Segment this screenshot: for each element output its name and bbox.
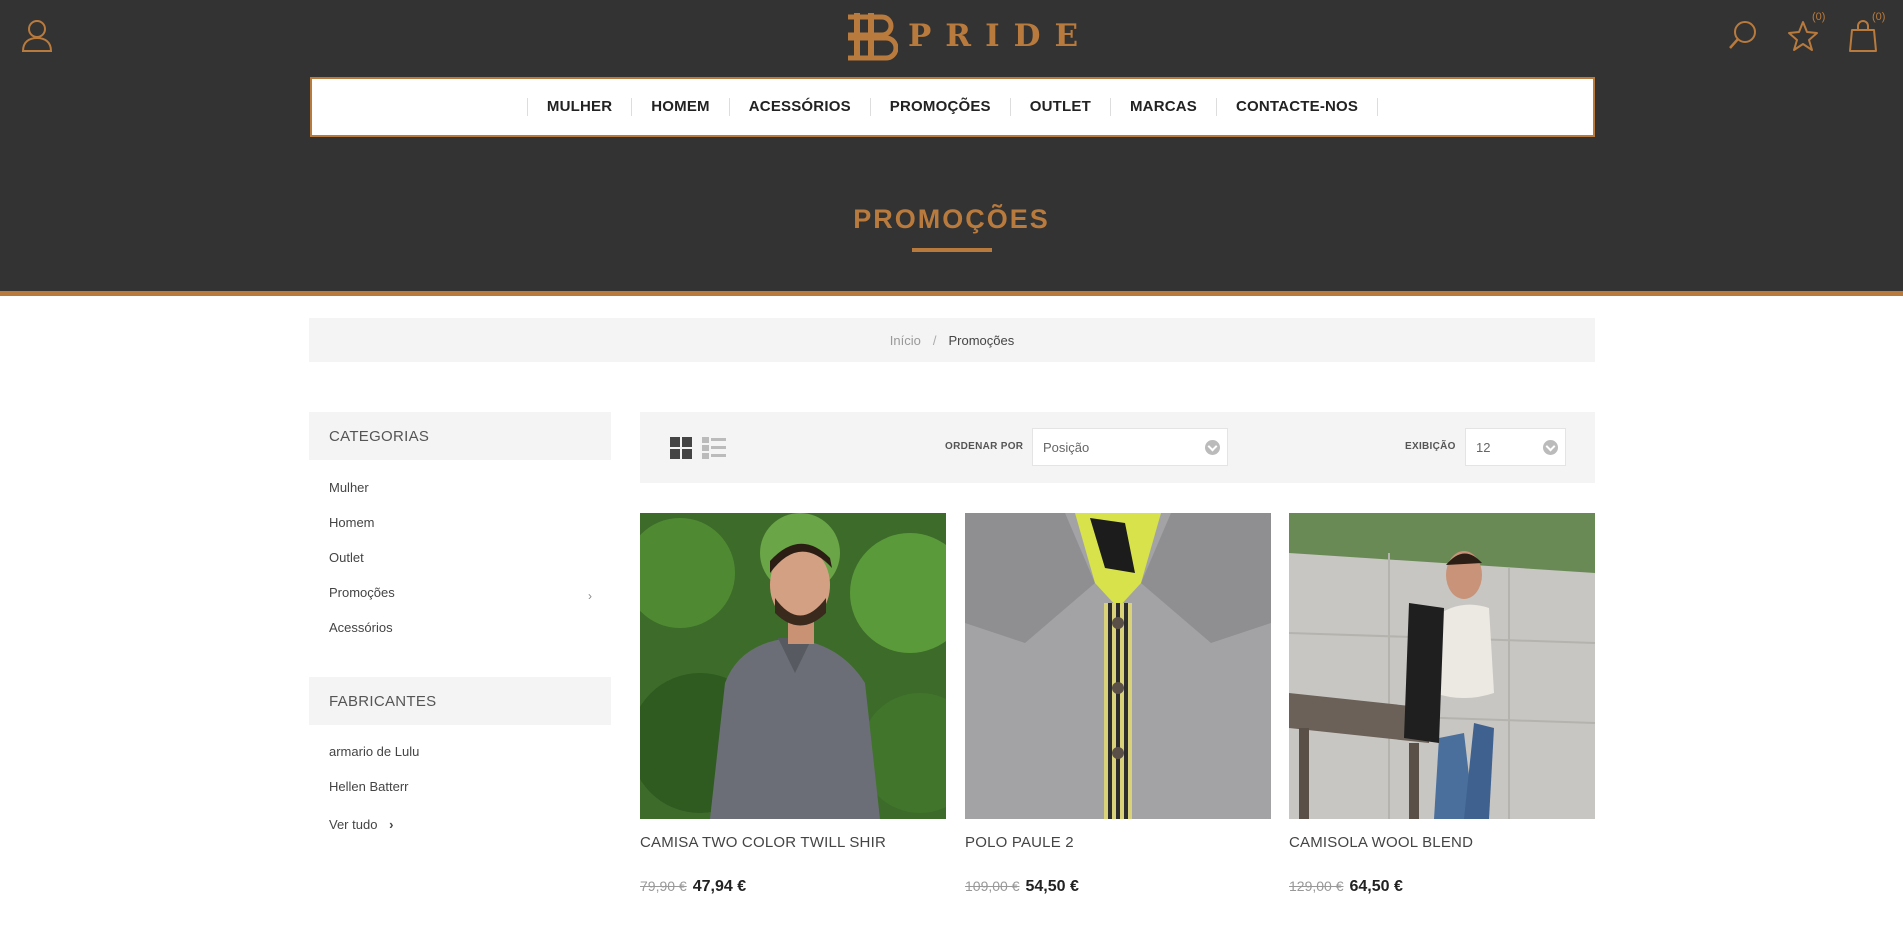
product-image-polo[interactable] xyxy=(965,513,1271,819)
old-price: 109,00 € xyxy=(965,878,1020,894)
category-link-mulher[interactable]: Mulher xyxy=(329,480,369,495)
wishlist-button[interactable] xyxy=(1786,18,1820,54)
hero-bottom-border xyxy=(0,291,1903,296)
manufacturers-title: FABRICANTES xyxy=(309,677,611,725)
search-button[interactable] xyxy=(1726,18,1760,54)
sort-by-label: ORDENAR POR xyxy=(945,441,1024,452)
cart-button[interactable] xyxy=(1846,18,1880,54)
manufacturer-link-hellen-batterr[interactable]: Hellen Batterr xyxy=(329,779,408,794)
product-name-link[interactable]: CAMISA TWO COLOR TWILL SHIR xyxy=(640,834,886,851)
show-per-page-value: 12 xyxy=(1476,439,1491,455)
nav-item-acessorios[interactable]: ACESSÓRIOS xyxy=(728,98,870,116)
category-link-outlet[interactable]: Outlet xyxy=(329,550,364,565)
user-account-button[interactable] xyxy=(20,18,54,54)
breadcrumb: Início / Promoções xyxy=(309,318,1595,362)
star-icon xyxy=(1788,21,1818,51)
product-image-camisola[interactable] xyxy=(1289,513,1595,819)
category-link-promocoes[interactable]: Promoções xyxy=(329,585,395,600)
product-name-link[interactable]: POLO PAULE 2 xyxy=(965,834,1074,851)
category-expand-chevron-icon[interactable]: › xyxy=(588,589,592,603)
sale-price: 54,50 € xyxy=(1025,878,1079,895)
brand-logo[interactable]: PRIDE xyxy=(848,10,1092,62)
product-price: 79,90 € 47,94 € xyxy=(640,878,746,896)
product-price: 109,00 € 54,50 € xyxy=(965,878,1079,896)
shopping-bag-icon xyxy=(1849,20,1877,52)
product-image-camisa[interactable] xyxy=(640,513,946,819)
product-photo-grey-polo xyxy=(965,513,1271,819)
wishlist-count: (0) xyxy=(1812,11,1826,23)
logo-monogram-icon xyxy=(848,13,898,61)
sale-price: 64,50 € xyxy=(1349,878,1403,895)
chevron-down-icon xyxy=(1543,440,1558,455)
product-photo-shirt-man xyxy=(640,513,946,819)
brand-name: PRIDE xyxy=(908,18,1093,54)
cart-count: (0) xyxy=(1872,11,1886,23)
product-photo-sweater-man xyxy=(1289,513,1595,819)
breadcrumb-current: Promoções xyxy=(948,332,1015,348)
nav-item-promocoes[interactable]: PROMOÇÕES xyxy=(869,98,1010,116)
nav-item-outlet[interactable]: OUTLET xyxy=(1009,98,1110,116)
nav-item-contacte-nos[interactable]: CONTACTE-NOS xyxy=(1216,98,1379,116)
manufacturer-link-armario-de-lulu[interactable]: armario de Lulu xyxy=(329,744,419,759)
old-price: 129,00 € xyxy=(1289,878,1344,894)
grid-view-icon[interactable] xyxy=(670,437,692,459)
page-title: PROMOÇÕES xyxy=(853,204,1050,234)
breadcrumb-home-link[interactable]: Início xyxy=(890,333,921,348)
chevron-down-icon xyxy=(1205,440,1220,455)
see-all-label: Ver tudo xyxy=(329,817,378,832)
search-icon xyxy=(1729,21,1756,49)
sort-by-select[interactable]: Posição xyxy=(1032,428,1228,466)
nav-item-homem[interactable]: HOMEM xyxy=(631,98,729,116)
product-toolbar: ORDENAR POR Posição EXIBIÇÃO 12 xyxy=(640,412,1595,483)
main-navigation: MULHER HOMEM ACESSÓRIOS PROMOÇÕES OUTLET… xyxy=(310,77,1595,137)
list-view-icon[interactable] xyxy=(702,437,726,459)
category-link-acessorios[interactable]: Acessórios xyxy=(329,620,393,635)
categories-title: CATEGORIAS xyxy=(309,412,611,460)
breadcrumb-separator: / xyxy=(932,332,937,348)
product-name-link[interactable]: CAMISOLA WOOL BLEND xyxy=(1289,834,1473,851)
see-all-manufacturers-link[interactable]: Ver tudo › xyxy=(329,817,393,832)
old-price: 79,90 € xyxy=(640,878,687,894)
title-underline xyxy=(912,248,992,252)
chevron-right-icon: › xyxy=(389,817,394,832)
nav-item-mulher[interactable]: MULHER xyxy=(526,98,631,116)
nav-item-marcas[interactable]: MARCAS xyxy=(1109,98,1216,116)
product-price: 129,00 € 64,50 € xyxy=(1289,878,1403,896)
sale-price: 47,94 € xyxy=(692,878,747,895)
category-link-homem[interactable]: Homem xyxy=(329,515,375,530)
sort-by-value: Posição xyxy=(1043,439,1090,455)
show-per-page-label: EXIBIÇÃO xyxy=(1405,441,1456,452)
user-icon xyxy=(21,20,53,52)
show-per-page-select[interactable]: 12 xyxy=(1465,428,1566,466)
